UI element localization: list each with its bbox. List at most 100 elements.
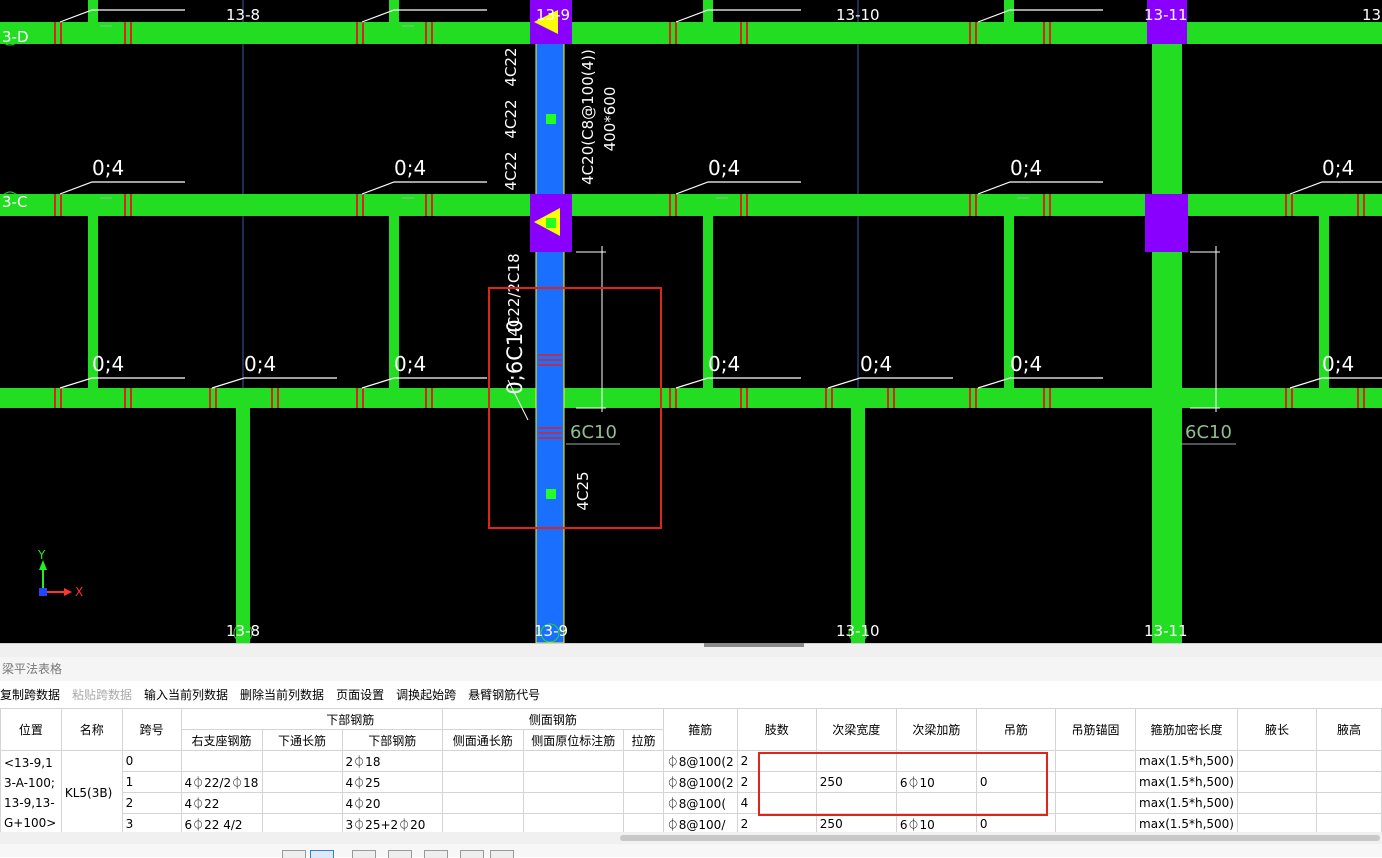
beam-mark[interactable]: 0;4 <box>394 156 426 180</box>
cell-bottom[interactable]: 4⏀20 <box>341 792 444 814</box>
cell-name[interactable]: KL5(3B) <box>60 750 123 832</box>
cell-sthrough[interactable] <box>442 792 524 814</box>
scrollbar-thumb[interactable] <box>620 835 1380 841</box>
cell-tie[interactable] <box>623 813 664 832</box>
cell-bottom[interactable]: 3⏀25+2⏀20 <box>341 813 444 832</box>
cell-dense[interactable]: max(1.5*h,500) <box>1135 792 1238 814</box>
paste-span-button[interactable]: 粘贴跨数据 <box>72 688 132 702</box>
cell-dense[interactable]: max(1.5*h,500) <box>1135 750 1238 772</box>
cell-bthrough[interactable] <box>261 813 343 832</box>
swap-start-span-button[interactable]: 调换起始跨 <box>396 688 456 702</box>
col-span: 跨号 <box>121 708 182 751</box>
panel-splitter[interactable] <box>0 643 1382 658</box>
cell-stirrup[interactable]: ⏀8@100( <box>662 792 738 814</box>
page-setup-button[interactable]: 页面设置 <box>336 688 384 702</box>
cell-tie[interactable] <box>623 792 664 814</box>
copy-span-button[interactable]: 复制跨数据 <box>0 688 60 702</box>
cell-haunch-h[interactable] <box>1316 750 1382 772</box>
cell-anchor[interactable] <box>1055 813 1137 832</box>
cell-sorig[interactable] <box>522 771 625 793</box>
beam-mark[interactable]: 0;4 <box>1010 352 1042 376</box>
cell-sec-add[interactable]: 6⏀10 <box>895 771 977 793</box>
cell-anchor[interactable] <box>1055 792 1137 814</box>
cell-dense[interactable]: max(1.5*h,500) <box>1135 813 1238 832</box>
cell-sec-add[interactable] <box>895 792 977 814</box>
beam-mark[interactable]: 0;4 <box>708 156 740 180</box>
cell-bottom[interactable]: 4⏀25 <box>341 771 444 793</box>
splitter-grip[interactable] <box>704 643 804 647</box>
cell-tie[interactable] <box>623 750 664 772</box>
hanger-mark[interactable]: 0;6C10 <box>503 312 527 402</box>
table-row[interactable]: 1 4⏀22/2⏀18 4⏀25 ⏀8@100(2 2 250 6⏀10 0 m… <box>1 771 1382 793</box>
cell-haunch-len[interactable] <box>1236 750 1318 772</box>
cell-sorig[interactable] <box>522 750 625 772</box>
cell-bthrough[interactable] <box>261 792 343 814</box>
col-hanger-anchor: 吊筋锚固 <box>1055 708 1137 751</box>
cell-span[interactable]: 3 <box>121 813 182 832</box>
cell-anchor[interactable] <box>1055 771 1137 793</box>
cell-stirrup[interactable]: ⏀8@100(2 <box>662 750 738 772</box>
cell-bthrough[interactable] <box>261 750 343 772</box>
cell-bthrough[interactable] <box>261 771 343 793</box>
cell-span[interactable]: 2 <box>121 792 182 814</box>
cell-hanger[interactable] <box>975 750 1057 772</box>
cell-sorig[interactable] <box>522 813 625 832</box>
beam-mark[interactable]: 0;4 <box>1322 352 1354 376</box>
cell-legs[interactable]: 4 <box>736 792 817 814</box>
cell-haunch-h[interactable] <box>1316 792 1382 814</box>
cell-sec-width[interactable]: 250 <box>815 813 897 832</box>
cell-legs[interactable]: 2 <box>736 771 817 793</box>
beam-mark[interactable]: 0;4 <box>860 352 892 376</box>
cell-haunch-h[interactable] <box>1316 771 1382 793</box>
cell-stirrup[interactable]: ⏀8@100(2 <box>662 771 738 793</box>
selected-beam-kl5[interactable] <box>535 0 565 643</box>
cell-sthrough[interactable] <box>442 771 524 793</box>
beam-mark[interactable]: 0;4 <box>92 156 124 180</box>
cell-stirrup[interactable]: ⏀8@100/ <box>662 813 738 832</box>
cell-right[interactable]: 4⏀22 <box>180 792 263 814</box>
cad-drawing-canvas[interactable]: 13-8 13-9 13-10 13-11 13 13-8 13-9 13-10… <box>0 0 1382 643</box>
cell-sthrough[interactable] <box>442 813 524 832</box>
cell-bottom[interactable]: 2⏀18 <box>341 750 444 772</box>
beam-mark[interactable]: 0;4 <box>708 352 740 376</box>
beam-mark[interactable]: 0;4 <box>1322 156 1354 180</box>
table-toolbar: 复制跨数据 粘贴跨数据 输入当前列数据 删除当前列数据 页面设置 调换起始跨 悬臂钢筋代号 <box>0 683 552 707</box>
cell-right[interactable]: 4⏀22/2⏀18 <box>180 771 263 793</box>
cell-span[interactable]: 0 <box>121 750 182 772</box>
cell-sec-width[interactable] <box>815 750 897 772</box>
table-row[interactable]: <13-9,13-A-100;13-9,13-G+100> KL5(3B) 0 … <box>0 750 1382 832</box>
cantilever-code-button[interactable]: 悬臂钢筋代号 <box>468 688 540 702</box>
cell-legs[interactable]: 2 <box>736 750 817 772</box>
input-column-button[interactable]: 输入当前列数据 <box>144 688 228 702</box>
cell-sec-width[interactable] <box>815 792 897 814</box>
cell-hanger[interactable]: 0 <box>975 771 1057 793</box>
beam-mark[interactable]: 0;4 <box>394 352 426 376</box>
beam-mark[interactable]: 0;4 <box>1010 156 1042 180</box>
bottom-bar-note: 4C25 <box>574 471 592 511</box>
cell-tie[interactable] <box>623 771 664 793</box>
cell-haunch-len[interactable] <box>1236 792 1318 814</box>
cell-hanger[interactable] <box>975 792 1057 814</box>
cell-legs[interactable]: 2 <box>736 813 817 832</box>
delete-column-button[interactable]: 删除当前列数据 <box>240 688 324 702</box>
cell-hanger[interactable]: 0 <box>975 813 1057 832</box>
table-row[interactable]: 3 6⏀22 4/2 3⏀25+2⏀20 ⏀8@100/ 2 250 6⏀10 … <box>1 813 1382 832</box>
cell-sec-add[interactable] <box>895 750 977 772</box>
cell-sec-width[interactable]: 250 <box>815 771 897 793</box>
beam-mark[interactable]: 0;4 <box>92 352 124 376</box>
cell-right[interactable]: 6⏀22 4/2 <box>180 813 263 832</box>
cell-sthrough[interactable] <box>442 750 524 772</box>
cell-position[interactable]: <13-9,13-A-100;13-9,13-G+100> <box>0 750 62 832</box>
cell-right[interactable] <box>180 750 263 772</box>
cell-haunch-len[interactable] <box>1236 813 1318 832</box>
cell-haunch-h[interactable] <box>1316 813 1382 832</box>
cell-sec-add[interactable]: 6⏀10 <box>895 813 977 832</box>
cell-span[interactable]: 1 <box>121 771 182 793</box>
table-row[interactable]: 2 4⏀22 4⏀20 ⏀8@100( 4 max(1.5*h,500) <box>1 792 1382 814</box>
cell-haunch-len[interactable] <box>1236 771 1318 793</box>
cell-dense[interactable]: max(1.5*h,500) <box>1135 771 1238 793</box>
col-stirrup: 箍筋 <box>662 708 738 751</box>
beam-mark[interactable]: 0;4 <box>244 352 276 376</box>
cell-sorig[interactable] <box>522 792 625 814</box>
cell-anchor[interactable] <box>1055 750 1137 772</box>
